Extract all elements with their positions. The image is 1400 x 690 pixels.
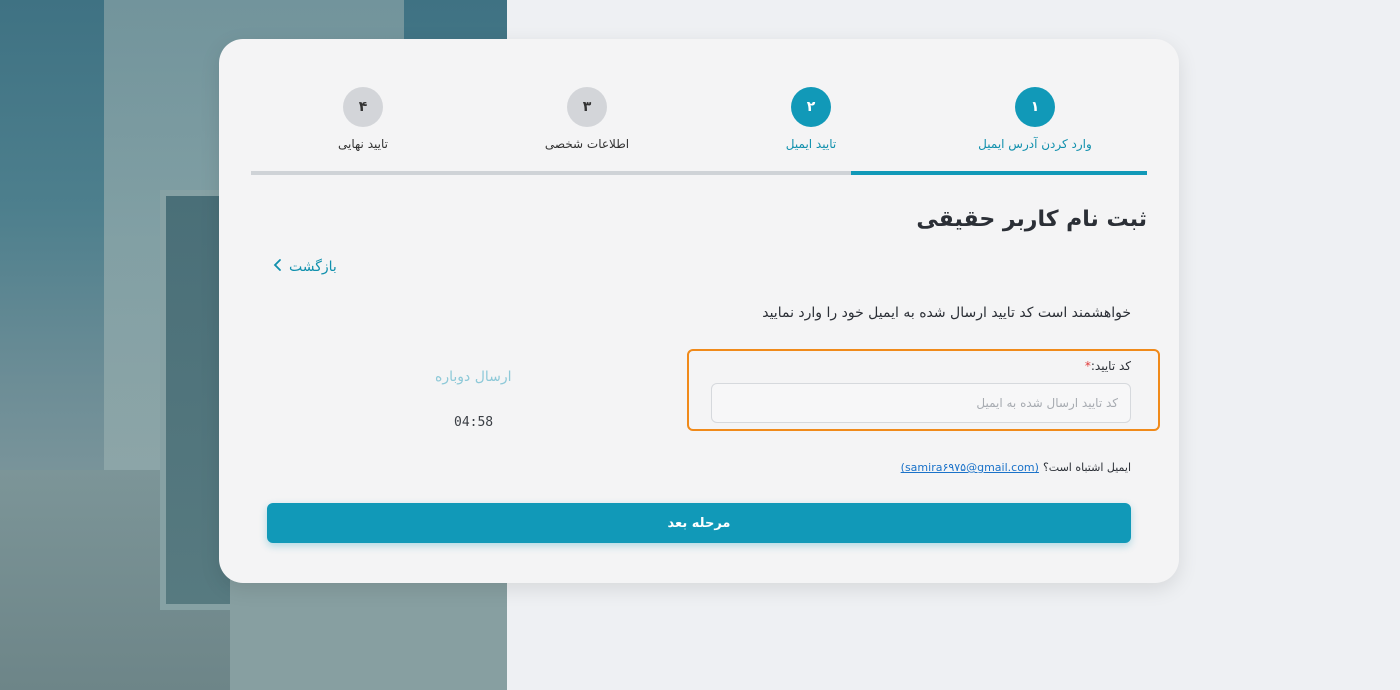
back-label: بازگشت [289,258,337,275]
code-field-label: کد تایید:* [1084,359,1131,373]
step-2-label: تایید ایمیل [785,137,837,151]
step-1-number: ۱ [1015,87,1055,127]
stepper: ۱ وارد کردن آدرس ایمیل ۲ تایید ایمیل ۳ ا… [251,87,1147,175]
step-1: ۱ وارد کردن آدرس ایمیل [923,87,1147,167]
registration-card: ۱ وارد کردن آدرس ایمیل ۲ تایید ایمیل ۳ ا… [219,39,1179,583]
wrong-email-question: ایمیل اشتباه است؟ [1042,461,1131,474]
step-2-number: ۲ [791,87,831,127]
code-field-group: کد تایید:* [687,349,1160,431]
chevron-left-icon [271,257,285,276]
resend-button[interactable]: ارسال دوباره [435,369,512,385]
progress-track [251,171,1147,175]
progress-fill [851,171,1147,175]
step-1-label: وارد کردن آدرس ایمیل [978,137,1092,151]
instruction-text: خواهشمند است کد تایید ارسال شده به ایمیل… [762,305,1131,321]
step-3-number: ۳ [567,87,607,127]
resend-timer: 04:58 [454,415,494,430]
step-4-label: تایید نهایی [338,137,388,151]
step-3: ۳ اطلاعات شخصی [475,87,699,167]
page-title: ثبت نام کاربر حقیقی [916,207,1147,232]
step-4: ۴ تایید نهایی [251,87,475,167]
back-link[interactable]: بازگشت [271,257,337,276]
code-input[interactable] [711,383,1131,423]
step-2: ۲ تایید ایمیل [699,87,923,167]
step-3-label: اطلاعات شخصی [544,137,630,151]
email-link[interactable]: (samira۶۹۷۵@gmail.com) [901,461,1039,474]
wrong-email-row: ایمیل اشتباه است؟ (samira۶۹۷۵@gmail.com) [901,461,1131,474]
next-step-button[interactable]: مرحله بعد [267,503,1131,543]
step-4-number: ۴ [343,87,383,127]
